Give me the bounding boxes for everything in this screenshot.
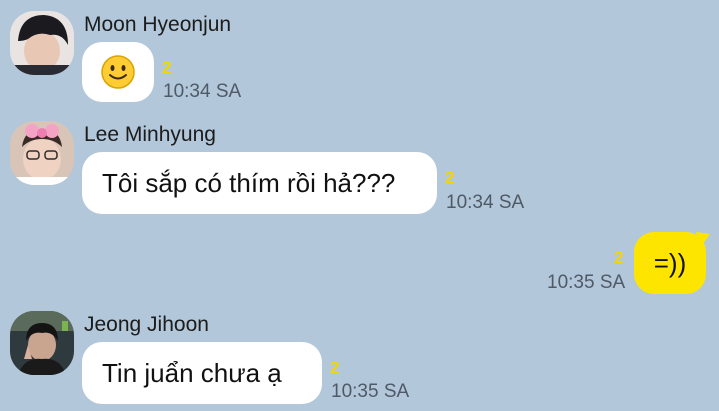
message-bubble[interactable]: Tin juẩn chưa ạ xyxy=(82,342,322,404)
sender-name: Moon Hyeonjun xyxy=(84,13,232,36)
message-text: =)) xyxy=(653,247,687,278)
unread-count: 2 xyxy=(162,58,172,77)
message-text: Tôi sắp có thím rồi hả??? xyxy=(102,167,396,198)
profile-photo-icon xyxy=(10,311,74,375)
message-time: 10:35 SA xyxy=(331,381,410,402)
message-bubble[interactable] xyxy=(82,42,154,102)
message-time: 10:34 SA xyxy=(163,81,242,102)
avatar[interactable] xyxy=(10,121,74,185)
unread-count: 2 xyxy=(614,248,624,267)
profile-photo-icon xyxy=(10,121,74,185)
avatar[interactable] xyxy=(10,311,74,375)
sender-name: Lee Minhyung xyxy=(84,123,216,146)
message-text: Tin juẩn chưa ạ xyxy=(102,357,282,388)
unread-count: 2 xyxy=(445,168,455,187)
message-time: 10:35 SA xyxy=(547,272,626,293)
profile-photo-icon xyxy=(10,11,74,75)
avatar[interactable] xyxy=(10,11,74,75)
message-time: 10:34 SA xyxy=(446,192,525,213)
message-bubble[interactable]: Tôi sắp có thím rồi hả??? xyxy=(82,152,437,214)
sender-name: Jeong Jihoon xyxy=(84,313,209,336)
bubble-tail-icon xyxy=(696,232,710,248)
unread-count: 2 xyxy=(330,358,340,377)
slightly-smiling-face-icon xyxy=(101,55,135,89)
